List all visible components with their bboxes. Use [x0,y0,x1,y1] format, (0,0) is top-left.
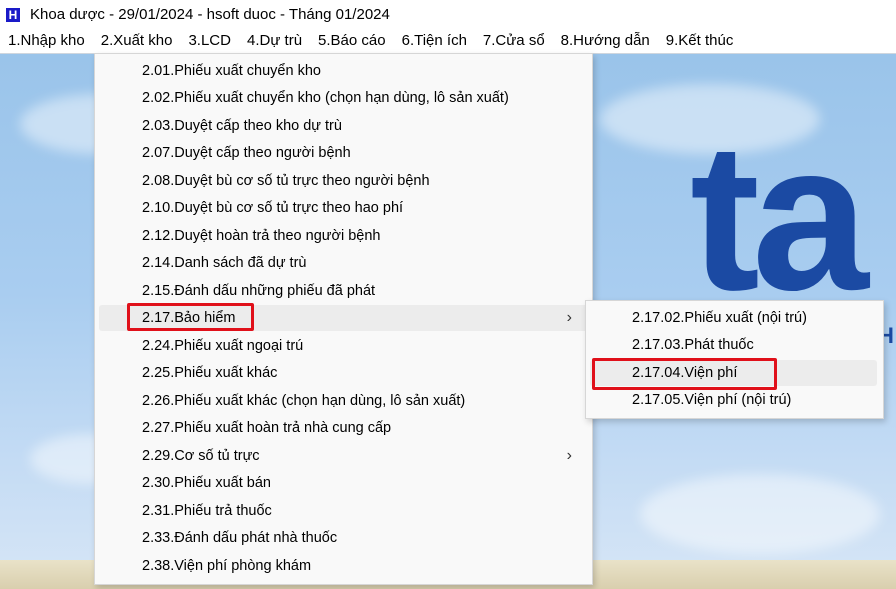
menu-bao-cao[interactable]: 5.Báo cáo [310,29,394,53]
menu-item-2-33[interactable]: 2.33.Đánh dấu phát nhà thuốc [99,525,588,551]
menu-xuat-kho[interactable]: 2.Xuất kho [92,29,181,53]
menu-item-label: 2.26.Phiếu xuất khác (chọn hạn dùng, lô … [142,393,466,409]
menu-item-label: 2.31.Phiếu trả thuốc [142,503,272,519]
menu-item-label: 2.29.Cơ số tủ trực [142,448,260,464]
menu-tien-ich[interactable]: 6.Tiện ích [394,29,475,53]
submenu-item-2-17-03[interactable]: 2.17.03.Phát thuốc [590,332,877,358]
chevron-right-icon: › [566,309,572,326]
menu-item-label: 2.27.Phiếu xuất hoàn trả nhà cung cấp [142,420,392,436]
menu-item-label: 2.33.Đánh dấu phát nhà thuốc [142,530,338,546]
menu-ket-thuc[interactable]: 9.Kết thúc [658,29,742,53]
menu-item-2-08[interactable]: 2.08.Duyệt bù cơ số tủ trực theo người b… [99,168,588,194]
menu-item-label: 2.12.Duyệt hoàn trả theo người bệnh [142,228,381,244]
menu-item-label: 2.38.Viện phí phòng khám [142,558,312,574]
highlight-box-bao-hiem [127,303,254,331]
menu-item-2-14[interactable]: 2.14.Danh sách đã dự trù [99,250,588,276]
app-h-icon[interactable]: H [6,7,20,22]
submenu-item-label: 2.17.02.Phiếu xuất (nội trú) [632,310,807,326]
menu-item-label: 2.07.Duyệt cấp theo người bệnh [142,145,351,161]
chevron-right-icon: › [566,447,572,464]
menu-item-2-03[interactable]: 2.03.Duyệt cấp theo kho dự trù [99,113,588,139]
menu-nhap-kho[interactable]: 1.Nhập kho [0,29,93,53]
submenu-item-2-17-02[interactable]: 2.17.02.Phiếu xuất (nội trú) [590,305,877,331]
menu-item-2-29[interactable]: 2.29.Cơ số tủ trực › [99,443,588,469]
menu-item-2-30[interactable]: 2.30.Phiếu xuất bán [99,470,588,496]
menu-item-label: 2.03.Duyệt cấp theo kho dự trù [142,118,342,134]
menu-item-2-10[interactable]: 2.10.Duyệt bù cơ số tủ trực theo hao phí [99,195,588,221]
menu-item-2-15[interactable]: 2.15.Đánh dấu những phiếu đã phát [99,278,588,304]
menu-huong-dan[interactable]: 8.Hướng dẫn [553,29,658,53]
menu-item-2-07[interactable]: 2.07.Duyệt cấp theo người bệnh [99,140,588,166]
menu-item-2-26[interactable]: 2.26.Phiếu xuất khác (chọn hạn dùng, lô … [99,388,588,414]
menu-item-label: 2.08.Duyệt bù cơ số tủ trực theo người b… [142,173,430,189]
menu-item-label: 2.25.Phiếu xuất khác [142,365,278,381]
menu-item-label: 2.14.Danh sách đã dự trù [142,255,307,271]
cloud-decoration [640,474,880,554]
menu-item-label: 2.15.Đánh dấu những phiếu đã phát [142,283,376,299]
highlight-box-vien-phi [592,358,777,390]
background-logo: ta [690,99,869,334]
menu-item-label: 2.02.Phiếu xuất chuyển kho (chọn hạn dùn… [142,90,509,106]
menu-item-label: 2.24.Phiếu xuất ngoại trú [142,338,304,354]
menu-item-2-12[interactable]: 2.12.Duyệt hoàn trả theo người bệnh [99,223,588,249]
menu-bar: 1.Nhập kho 2.Xuất kho 3.LCD 4.Dự trù 5.B… [0,29,896,54]
window-title: Khoa dược - 29/01/2024 - hsoft duoc - Th… [30,6,390,23]
menu-item-label: 2.01.Phiếu xuất chuyển kho [142,63,321,79]
menu-item-2-02[interactable]: 2.02.Phiếu xuất chuyển kho (chọn hạn dùn… [99,85,588,111]
menu-item-2-24[interactable]: 2.24.Phiếu xuất ngoại trú [99,333,588,359]
menu-item-2-31[interactable]: 2.31.Phiếu trả thuốc [99,498,588,524]
menu-item-label: 2.30.Phiếu xuất bán [142,475,271,491]
submenu-item-label: 2.17.05.Viện phí (nội trú) [632,392,792,408]
menu-item-2-27[interactable]: 2.27.Phiếu xuất hoàn trả nhà cung cấp [99,415,588,441]
menu-item-2-25[interactable]: 2.25.Phiếu xuất khác [99,360,588,386]
menu-cua-so[interactable]: 7.Cửa sổ [475,29,553,53]
menu-du-tru[interactable]: 4.Dự trù [239,29,310,53]
menu-item-2-01[interactable]: 2.01.Phiếu xuất chuyển kho [99,58,588,84]
submenu-item-label: 2.17.03.Phát thuốc [632,337,754,353]
title-bar: H Khoa dược - 29/01/2024 - hsoft duoc - … [0,0,896,29]
submenu-item-2-17-05[interactable]: 2.17.05.Viện phí (nội trú) [590,387,877,413]
menu-lcd[interactable]: 3.LCD [180,29,239,53]
menu-item-label: 2.10.Duyệt bù cơ số tủ trực theo hao phí [142,200,404,216]
menu-item-2-38[interactable]: 2.38.Viện phí phòng khám [99,553,588,579]
